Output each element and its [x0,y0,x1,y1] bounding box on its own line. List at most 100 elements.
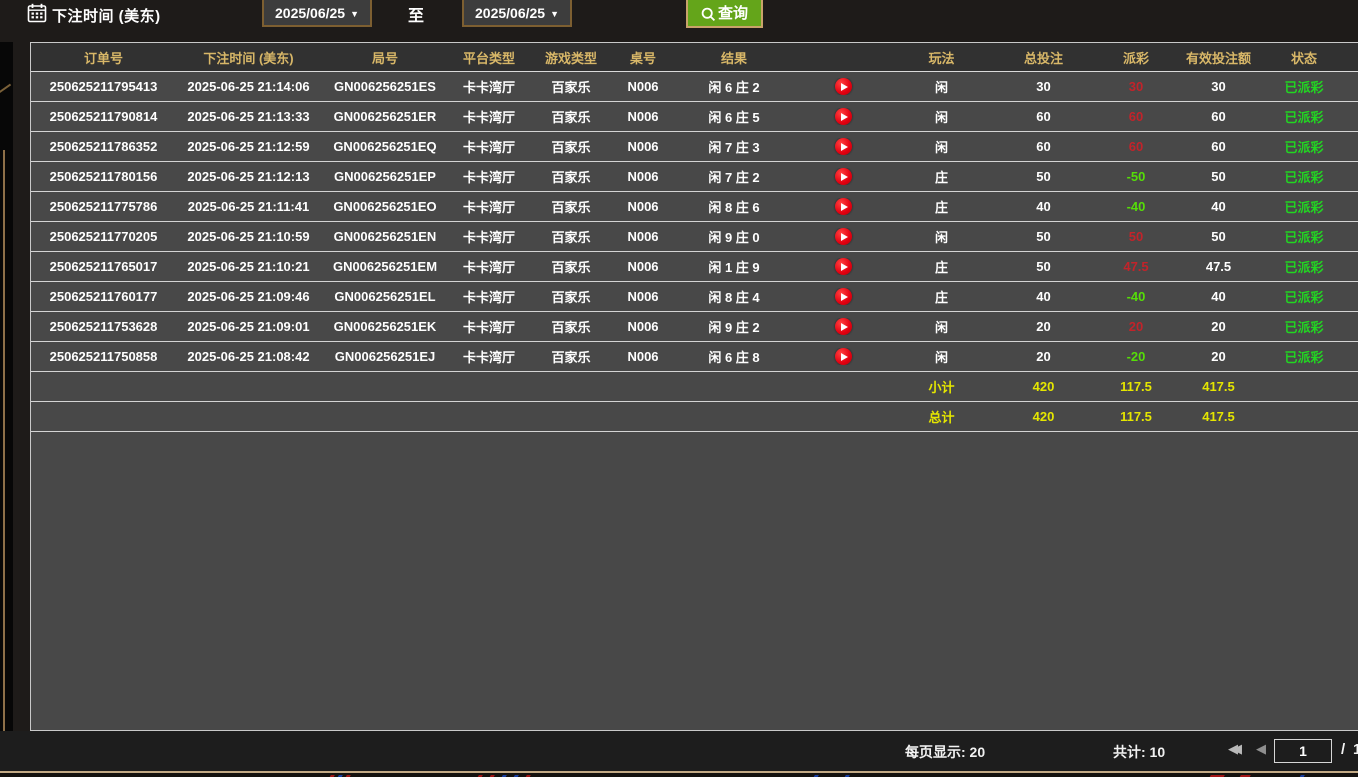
cell-payout: -50 [1095,169,1177,184]
col-header-bet-time: 下注时间 (美东) [176,48,321,67]
cell-bet-time: 2025-06-25 21:13:33 [176,109,321,124]
table-row[interactable]: 250625211775786 2025-06-25 21:11:41 GN00… [31,192,1358,222]
date-from-dropdown[interactable]: 2025/06/25 ▼ [262,0,372,27]
cell-order-id: 250625211753628 [31,319,176,334]
cell-status: 已派彩 [1260,107,1348,126]
cell-payout: -40 [1095,199,1177,214]
cell-total-bet: 40 [992,199,1095,214]
cell-order-id: 250625211780156 [31,169,176,184]
date-to-dropdown[interactable]: 2025/06/25 ▼ [462,0,572,27]
cell-round-id: GN006256251EP [321,169,449,184]
play-video-icon[interactable] [835,228,852,245]
col-header-result: 结果 [673,48,795,67]
col-header-play: 玩法 [891,48,992,67]
cell-round-id: GN006256251EK [321,319,449,334]
cell-play: 闲 [891,347,992,366]
cell-table-no: N006 [613,349,673,364]
cell-round-id: GN006256251ER [321,109,449,124]
cell-replay [795,228,891,245]
per-page-label: 每页显示: 20 [905,742,985,762]
cell-result: 闲 6 庄 2 [673,77,795,96]
table-row[interactable]: 250625211770205 2025-06-25 21:10:59 GN00… [31,222,1358,252]
table-row[interactable]: 250625211790814 2025-06-25 21:13:33 GN00… [31,102,1358,132]
cell-bet-time: 2025-06-25 21:12:13 [176,169,321,184]
cell-game-type: 百家乐 [529,257,613,276]
chevron-down-icon: ▼ [550,9,559,19]
table-row[interactable]: 250625211780156 2025-06-25 21:12:13 GN00… [31,162,1358,192]
underlay-bottom-edge [0,771,1358,777]
underlay-decoration [0,84,11,95]
cell-platform: 卡卡湾厅 [449,107,529,126]
cell-order-id: 250625211765017 [31,259,176,274]
page-number-input[interactable] [1274,739,1332,763]
table-row[interactable]: 250625211753628 2025-06-25 21:09:01 GN00… [31,312,1358,342]
cell-platform: 卡卡湾厅 [449,167,529,186]
calendar-icon [27,3,47,23]
cell-order-id: 250625211790814 [31,109,176,124]
table-empty-area [31,432,1358,730]
play-video-icon[interactable] [835,318,852,335]
table-row[interactable]: 250625211786352 2025-06-25 21:12:59 GN00… [31,132,1358,162]
cell-table-no: N006 [613,259,673,274]
bet-records-table: 订单号 下注时间 (美东) 局号 平台类型 游戏类型 桌号 结果 玩法 总投注 … [30,42,1358,731]
cell-play: 闲 [891,137,992,156]
cell-play: 庄 [891,287,992,306]
query-button-label: 查询 [718,2,748,23]
cell-round-id: GN006256251EQ [321,139,449,154]
date-range-to-label: 至 [408,2,424,26]
cell-result: 闲 1 庄 9 [673,257,795,276]
cell-valid-bet: 50 [1177,169,1260,184]
cell-platform: 卡卡湾厅 [449,197,529,216]
play-video-icon[interactable] [835,78,852,95]
cell-order-id: 250625211795413 [31,79,176,94]
cell-status: 已派彩 [1260,227,1348,246]
cell-replay [795,258,891,275]
table-header-row: 订单号 下注时间 (美东) 局号 平台类型 游戏类型 桌号 结果 玩法 总投注 … [31,43,1358,72]
cell-status: 已派彩 [1260,347,1348,366]
col-header-game-type: 游戏类型 [529,48,613,67]
cell-result: 闲 6 庄 5 [673,107,795,126]
cell-play: 闲 [891,227,992,246]
total-count-label: 共计: 10 [1113,742,1165,762]
play-video-icon[interactable] [835,108,852,125]
cell-valid-bet: 40 [1177,289,1260,304]
first-page-icon[interactable]: ◀◀ [1228,741,1234,757]
cell-play: 庄 [891,167,992,186]
play-video-icon[interactable] [835,258,852,275]
cell-total-bet: 50 [992,229,1095,244]
query-button[interactable]: 查询 [686,0,763,28]
cell-table-no: N006 [613,289,673,304]
cell-bet-time: 2025-06-25 21:10:21 [176,259,321,274]
table-row[interactable]: 250625211760177 2025-06-25 21:09:46 GN00… [31,282,1358,312]
table-row[interactable]: 250625211795413 2025-06-25 21:14:06 GN00… [31,72,1358,102]
table-row[interactable]: 250625211765017 2025-06-25 21:10:21 GN00… [31,252,1358,282]
cell-play: 闲 [891,107,992,126]
total-payout: 117.5 [1095,409,1177,424]
cell-game-type: 百家乐 [529,197,613,216]
play-video-icon[interactable] [835,348,852,365]
total-total-bet: 420 [992,409,1095,424]
cell-round-id: GN006256251ES [321,79,449,94]
cell-replay [795,318,891,335]
cell-result: 闲 9 庄 2 [673,317,795,336]
play-video-icon[interactable] [835,168,852,185]
play-video-icon[interactable] [835,198,852,215]
cell-order-id: 250625211770205 [31,229,176,244]
cell-valid-bet: 20 [1177,319,1260,334]
cell-game-type: 百家乐 [529,287,613,306]
cell-replay [795,168,891,185]
cell-table-no: N006 [613,199,673,214]
col-header-table-no: 桌号 [613,48,673,67]
filter-bar: 下注时间 (美东) 2025/06/25 ▼ 至 2025/06/25 ▼ 查询 [0,0,1358,42]
cell-valid-bet: 40 [1177,199,1260,214]
cell-platform: 卡卡湾厅 [449,257,529,276]
cell-bet-time: 2025-06-25 21:09:46 [176,289,321,304]
table-row[interactable]: 250625211750858 2025-06-25 21:08:42 GN00… [31,342,1358,372]
cell-status: 已派彩 [1260,257,1348,276]
subtotal-valid-bet: 417.5 [1177,379,1260,394]
cell-result: 闲 6 庄 8 [673,347,795,366]
play-video-icon[interactable] [835,138,852,155]
prev-page-icon[interactable]: ◀ [1256,741,1266,757]
play-video-icon[interactable] [835,288,852,305]
table-rows: 250625211795413 2025-06-25 21:14:06 GN00… [31,72,1358,372]
